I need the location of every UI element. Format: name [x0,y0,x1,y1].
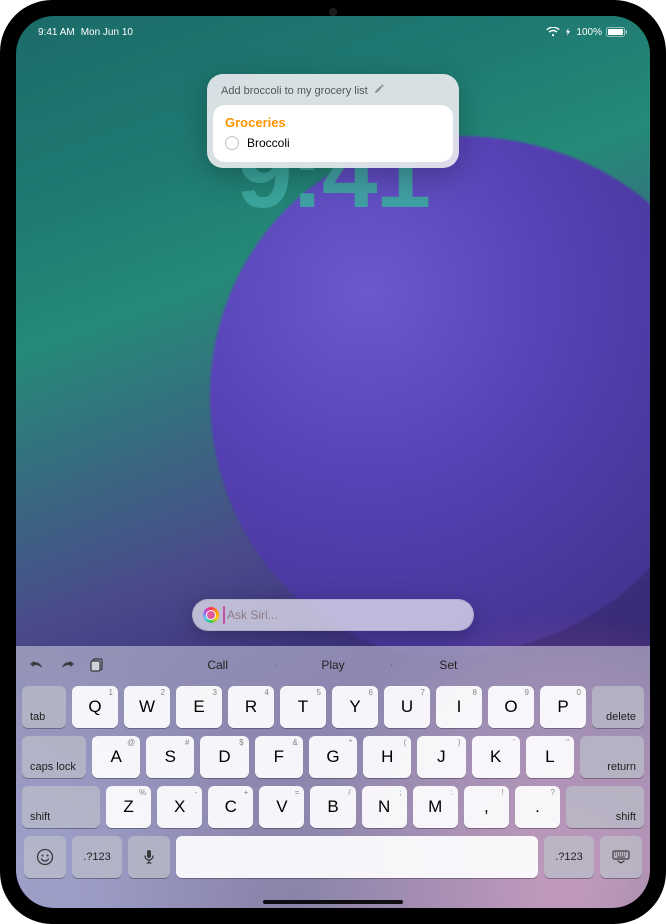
key-f[interactable]: F& [255,736,303,778]
key-h[interactable]: H( [363,736,411,778]
key-j[interactable]: J) [417,736,465,778]
key-v[interactable]: V= [259,786,304,828]
key-i[interactable]: I8 [436,686,482,728]
siri-placeholder: Ask Siri... [227,608,463,622]
key-y[interactable]: Y6 [332,686,378,728]
reminders-widget[interactable]: Groceries Broccoli [213,105,453,162]
key-dictation[interactable] [128,836,170,878]
clipboard-icon[interactable] [88,656,106,674]
status-date: Mon Jun 10 [81,27,133,38]
key-z[interactable]: Z% [106,786,151,828]
key-g[interactable]: G* [309,736,357,778]
reminders-item[interactable]: Broccoli [225,136,441,150]
key-numbers-right[interactable]: .?123 [544,836,594,878]
key-w[interactable]: W2 [124,686,170,728]
battery-icon [606,27,628,37]
key-shift-right[interactable]: shift [566,786,644,828]
suggestion[interactable]: Set [391,658,506,672]
key-caps-lock[interactable]: caps lock [22,736,86,778]
battery-percent: 100% [576,27,602,38]
key-s[interactable]: S# [146,736,194,778]
screen: 9:41 9:41 AM Mon Jun 10 100% Add brocco [16,16,650,908]
wifi-icon [546,27,560,37]
charging-icon [564,28,572,36]
status-time: 9:41 AM [38,27,75,38]
key-x[interactable]: X- [157,786,202,828]
key-b[interactable]: B/ [310,786,355,828]
key-emoji[interactable] [24,836,66,878]
key-u[interactable]: U7 [384,686,430,728]
edit-icon[interactable] [374,84,384,97]
status-bar: 9:41 AM Mon Jun 10 100% [16,22,650,42]
key-o[interactable]: O9 [488,686,534,728]
keyboard[interactable]: Call Play Set tab Q1W2E3R4T5Y6U7I8O9P0de… [16,646,650,908]
key-q[interactable]: Q1 [72,686,118,728]
redo-icon[interactable] [58,656,76,674]
key-.[interactable]: .? [515,786,560,828]
siri-icon [203,607,219,623]
siri-response-card[interactable]: Add broccoli to my grocery list Grocerie… [207,74,459,168]
key-tab[interactable]: tab [22,686,66,728]
suggestion[interactable]: Play [275,658,390,672]
key-r[interactable]: R4 [228,686,274,728]
key-m[interactable]: M: [413,786,458,828]
key-delete[interactable]: delete [592,686,644,728]
key-k[interactable]: K' [472,736,520,778]
key-space[interactable] [176,836,538,878]
key-dismiss-keyboard[interactable] [600,836,642,878]
reminder-text: Broccoli [247,136,290,150]
key-,[interactable]: ,! [464,786,509,828]
key-l[interactable]: L" [526,736,574,778]
key-return[interactable]: return [580,736,644,778]
key-e[interactable]: E3 [176,686,222,728]
reminder-checkbox[interactable] [225,136,239,150]
undo-icon[interactable] [28,656,46,674]
key-d[interactable]: D$ [200,736,248,778]
key-a[interactable]: A@ [92,736,140,778]
key-shift-left[interactable]: shift [22,786,100,828]
siri-prompt-text: Add broccoli to my grocery list [221,85,368,97]
suggestion[interactable]: Call [160,658,275,672]
front-camera [329,8,337,16]
reminders-list-title: Groceries [225,115,441,130]
home-indicator[interactable] [263,900,403,904]
key-numbers-left[interactable]: .?123 [72,836,122,878]
text-cursor [223,606,225,624]
siri-text-input[interactable]: Ask Siri... [193,600,473,630]
key-n[interactable]: N; [362,786,407,828]
key-c[interactable]: C+ [208,786,253,828]
key-p[interactable]: P0 [540,686,586,728]
key-t[interactable]: T5 [280,686,326,728]
